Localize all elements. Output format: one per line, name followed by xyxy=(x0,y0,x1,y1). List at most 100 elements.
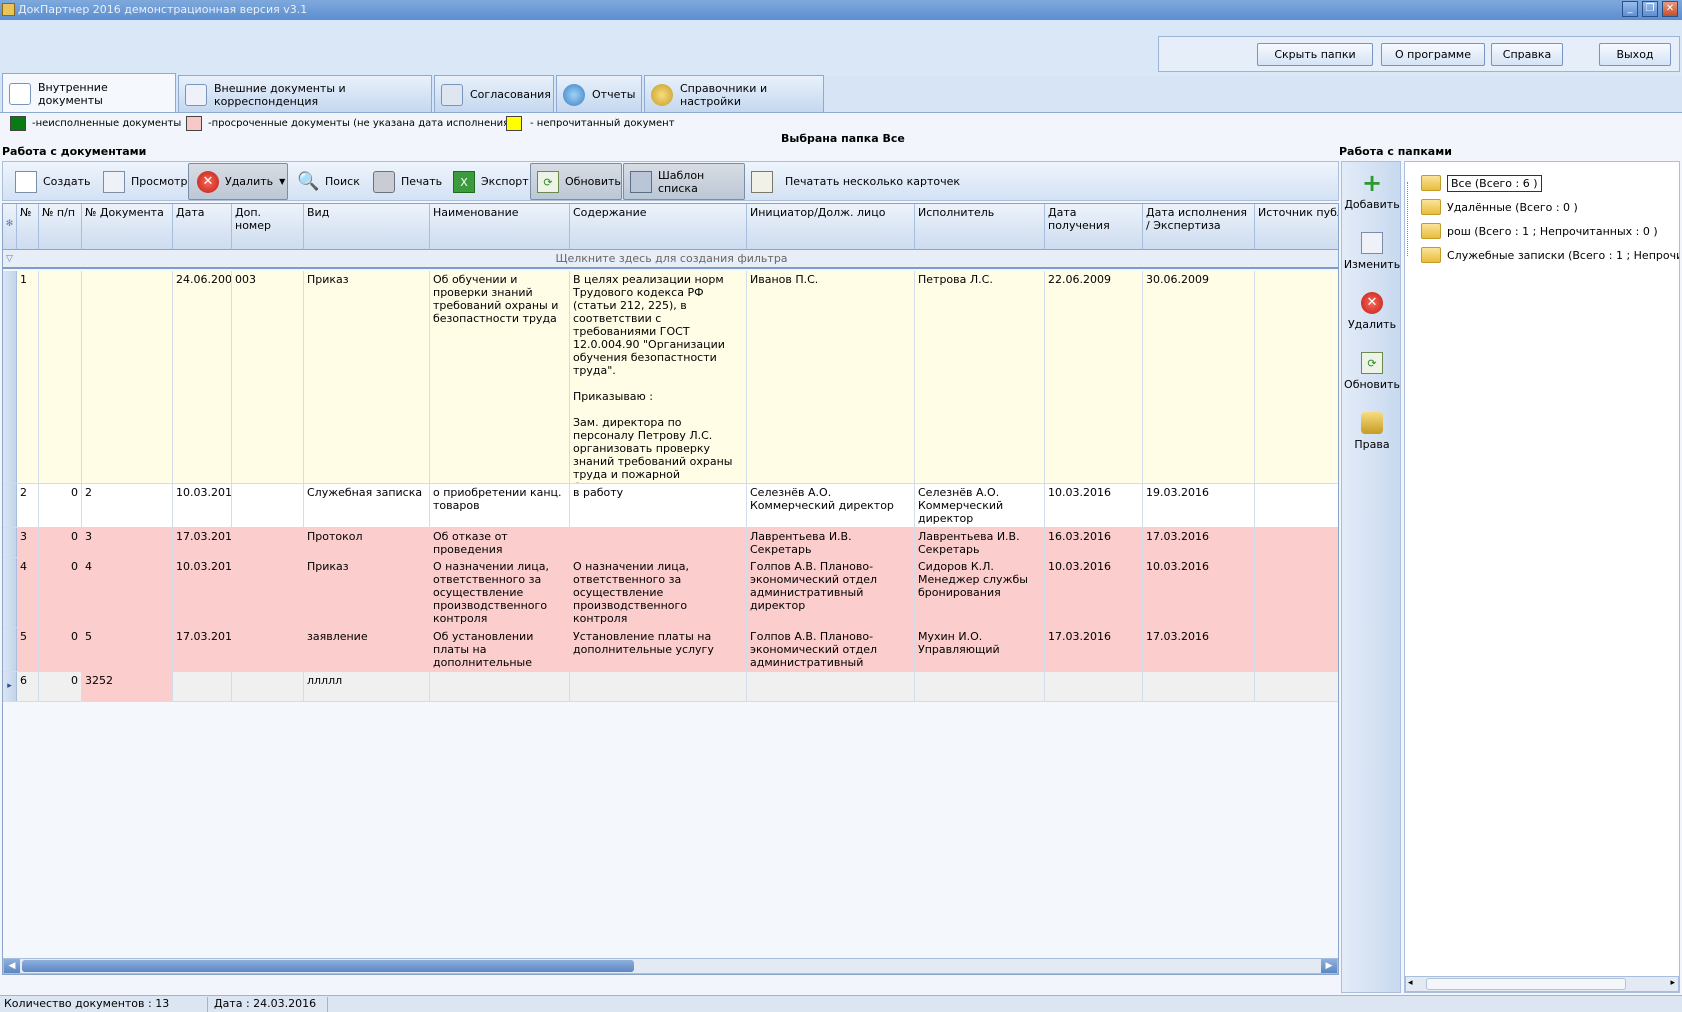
add-folder-button[interactable]: + Добавить xyxy=(1342,171,1402,211)
table-row[interactable]: 1 24.06.2009003ПриказОб обучении и провер… xyxy=(3,271,1338,484)
scroll-left-icon[interactable]: ◂ xyxy=(1408,978,1413,988)
main-area: -неисполненные документы -просроченные д… xyxy=(0,112,1682,1012)
table-cell-pp: 0 xyxy=(39,628,82,671)
column-header[interactable]: № п/п xyxy=(39,204,82,250)
delete-folder-button[interactable]: ✕ Удалить xyxy=(1342,292,1402,331)
export-button[interactable]: X Экспорт xyxy=(453,163,529,200)
scrollbar-thumb[interactable] xyxy=(1426,978,1626,990)
column-header[interactable]: Доп. номер xyxy=(232,204,304,250)
column-header[interactable]: Вид xyxy=(304,204,430,250)
exit-button[interactable]: Выход xyxy=(1599,43,1671,66)
print-button[interactable]: Печать xyxy=(373,163,442,200)
help-button[interactable]: Справка xyxy=(1491,43,1563,66)
table-cell-received: 22.06.2009 xyxy=(1045,271,1143,483)
folder-icon xyxy=(1421,223,1441,239)
table-cell-pp: 0 xyxy=(39,672,82,701)
folder-node[interactable]: Удалённые (Всего : 0 ) xyxy=(1421,196,1578,218)
table-cell-date: 10.03.2016 xyxy=(173,558,232,627)
table-cell-name: о приобретении канц. товаров xyxy=(430,484,570,527)
folder-node[interactable]: рош (Всего : 1 ; Непрочитанных : 0 ) xyxy=(1421,220,1658,242)
scroll-right-icon[interactable]: ▶ xyxy=(1321,959,1337,973)
edit-folder-button[interactable]: Изменить xyxy=(1342,232,1402,271)
excel-icon: X xyxy=(453,170,475,193)
column-header[interactable]: Исполнитель xyxy=(915,204,1045,250)
documents-toolbar: Создать Просмотр ✕ Удалить ▼ 🔍 Поиск Печ… xyxy=(2,161,1339,201)
row-selector[interactable] xyxy=(3,628,17,671)
folder-label: Удалённые (Всего : 0 ) xyxy=(1447,200,1578,214)
grid-horizontal-scrollbar[interactable]: ◀ ▶ xyxy=(3,958,1338,974)
view-button[interactable]: Просмотр xyxy=(103,163,187,200)
column-header[interactable]: Дата получения xyxy=(1045,204,1143,250)
scroll-right-icon[interactable]: ▸ xyxy=(1670,978,1675,988)
tree-horizontal-scrollbar[interactable]: ◂ ▸ xyxy=(1405,976,1679,992)
table-cell-date: 10.03.2016 xyxy=(173,484,232,527)
close-icon[interactable]: ✕ xyxy=(1662,1,1678,17)
table-row[interactable]: 20210.03.2016Служебная запискао приобрет… xyxy=(3,484,1338,528)
print-cards-button[interactable]: Печатать несколько карточек xyxy=(751,163,960,200)
table-cell-date: 17.03.2016 xyxy=(173,628,232,671)
folder-tree: Все (Всего : 6 ) Удалённые (Всего : 0 ) … xyxy=(1404,161,1680,993)
column-header[interactable]: Наименование xyxy=(430,204,570,250)
table-cell-kind: Приказ xyxy=(304,271,430,483)
table-cell-doc: 4 xyxy=(82,558,173,627)
table-cell-kind: ллллл xyxy=(304,672,430,701)
row-selector[interactable] xyxy=(3,528,17,557)
table-cell-executor: Мухин И.О. Управляющий xyxy=(915,628,1045,671)
table-cell-executor: Селезнёв А.О. Коммерческий директор xyxy=(915,484,1045,527)
create-button[interactable]: Создать xyxy=(15,163,91,200)
table-cell-date: 17.03.2016 xyxy=(173,528,232,557)
column-header[interactable]: Дата исполнения / Экспертиза xyxy=(1143,204,1255,250)
delete-button[interactable]: ✕ Удалить ▼ xyxy=(188,163,288,200)
delete-icon: ✕ xyxy=(197,170,219,193)
restore-icon[interactable]: ❐ xyxy=(1642,1,1658,17)
legend-overdue-label: -просроченные документы (не указана дата… xyxy=(208,118,514,129)
table-row[interactable]: 50517.03.2016заявлениеОб установлении пл… xyxy=(3,628,1338,672)
refresh-button[interactable]: ⟳ Обновить xyxy=(530,163,622,200)
table-cell-extra xyxy=(232,528,304,557)
column-header[interactable]: Содержание xyxy=(570,204,747,250)
hide-folders-button[interactable]: Скрыть папки xyxy=(1257,43,1373,66)
title-bar: ДокПартнер 2016 демонстрационная версия … xyxy=(0,0,1682,20)
header-button-panel: Скрыть папки О программе Справка Выход xyxy=(1158,36,1680,72)
tab-reports[interactable]: Отчеты xyxy=(556,75,642,113)
row-selector[interactable] xyxy=(3,484,17,527)
folder-icon xyxy=(1421,199,1441,215)
table-cell-extra: 003 xyxy=(232,271,304,483)
table-row[interactable]: ▸ 6 0 3252 ллллл xyxy=(3,672,1338,702)
row-selector[interactable]: ▸ xyxy=(3,672,17,701)
print-label: Печать xyxy=(401,175,443,188)
chevron-down-icon[interactable]: ▼ xyxy=(279,177,285,186)
folder-actions-panel: + Добавить Изменить ✕ Удалить ⟳ Обновить… xyxy=(1341,161,1401,993)
column-header[interactable]: № xyxy=(17,204,39,250)
folder-node[interactable]: Служебные записки (Всего : 1 ; Непрочита… xyxy=(1421,244,1679,266)
about-button[interactable]: О программе xyxy=(1381,43,1485,66)
search-button[interactable]: 🔍 Поиск xyxy=(297,163,360,200)
minimize-icon[interactable]: _ xyxy=(1622,1,1638,17)
row-selector[interactable] xyxy=(3,558,17,627)
table-cell-initiator xyxy=(747,672,915,701)
column-header[interactable]: Дата xyxy=(173,204,232,250)
tab-references-settings[interactable]: Справочники и настройки xyxy=(644,75,824,113)
tab-approvals[interactable]: Согласования xyxy=(434,75,554,113)
scrollbar-thumb[interactable] xyxy=(22,960,634,972)
refresh-folders-button[interactable]: ⟳ Обновить xyxy=(1342,352,1402,391)
row-selector[interactable] xyxy=(3,271,17,483)
column-header[interactable]: Источник публи xyxy=(1255,204,1338,250)
table-cell-name: Об установлении платы на дополнительные … xyxy=(430,628,570,671)
table-cell-due: 19.03.2016 xyxy=(1143,484,1255,527)
tab-internal-documents[interactable]: Внутренние документы xyxy=(2,73,176,113)
column-header[interactable]: Инициатор/Долж. лицо xyxy=(747,204,915,250)
tab-external-documents[interactable]: Внешние документы и корреспонденция xyxy=(178,75,432,113)
table-cell-initiator: Голпов А.В. Планово-экономический отдел … xyxy=(747,558,915,627)
table-cell-received: 10.03.2016 xyxy=(1045,484,1143,527)
column-header[interactable]: № Документа xyxy=(82,204,173,250)
scroll-left-icon[interactable]: ◀ xyxy=(4,959,20,973)
table-row[interactable]: 30317.03.2016ПротоколОб отказе от провед… xyxy=(3,528,1338,558)
folders-section-title: Работа с папками xyxy=(1339,145,1452,158)
folder-node[interactable]: Все (Всего : 6 ) xyxy=(1421,172,1542,194)
filter-row[interactable]: ▽ Щелкните здесь для создания фильтра xyxy=(3,250,1338,269)
list-template-button[interactable]: Шаблон списка xyxy=(623,163,745,200)
table-row[interactable]: 40410.03.2016ПриказО назначении лица, от… xyxy=(3,558,1338,628)
folder-rights-button[interactable]: Права xyxy=(1342,412,1402,451)
lock-icon xyxy=(1361,412,1383,434)
